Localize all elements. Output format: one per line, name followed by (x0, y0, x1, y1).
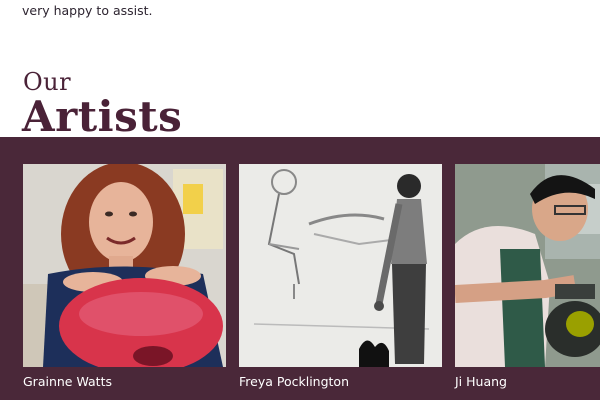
intro-text: very happy to assist. (22, 3, 153, 18)
artist-photo[interactable] (239, 164, 442, 367)
artist-card[interactable]: Ji Huang (455, 164, 600, 389)
section-heading-artists: Artists (22, 92, 183, 141)
artist-name[interactable]: Grainne Watts (23, 374, 112, 389)
artist-card[interactable]: Grainne Watts (23, 164, 226, 389)
artist-name[interactable]: Freya Pocklington (239, 374, 349, 389)
artist-card[interactable]: Freya Pocklington (239, 164, 442, 389)
artist-photo[interactable] (455, 164, 600, 367)
artist-name[interactable]: Ji Huang (455, 374, 507, 389)
artist-photo[interactable] (23, 164, 226, 367)
